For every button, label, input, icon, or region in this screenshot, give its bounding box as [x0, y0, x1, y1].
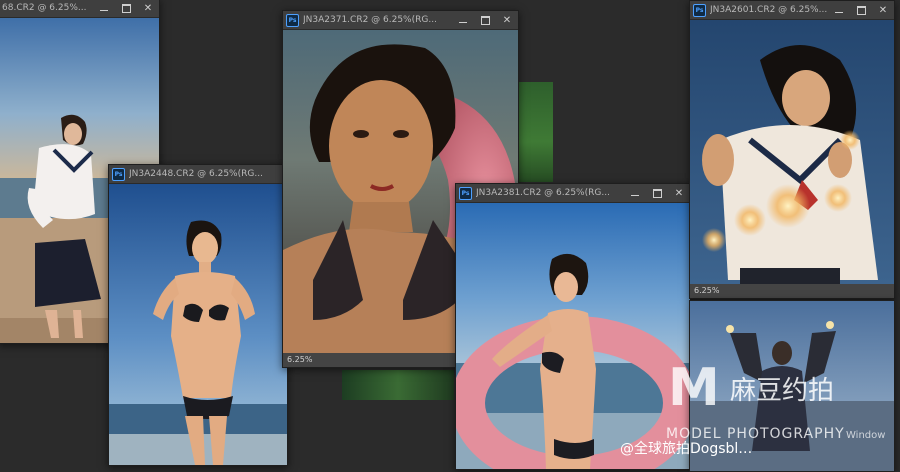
zoom-status: 6.25%: [690, 284, 894, 298]
minimize-icon: [631, 194, 639, 196]
window-title: 68.CR2 @ 6.25%...: [2, 3, 87, 13]
close-button[interactable]: ✕: [668, 184, 690, 202]
beach-photo-float: [456, 203, 690, 469]
document-window-6[interactable]: [689, 300, 895, 472]
image-canvas[interactable]: [456, 203, 690, 469]
window-titlebar[interactable]: Ps JN3A2381.CR2 @ 6.25%(RG... ✕: [456, 184, 690, 203]
window-title: JN3A2448.CR2 @ 6.25%(RG...: [129, 169, 263, 179]
minimize-icon: [835, 11, 843, 13]
photoshop-icon: Ps: [286, 13, 299, 27]
image-canvas[interactable]: [690, 301, 894, 471]
image-canvas[interactable]: [109, 184, 287, 465]
document-window-4[interactable]: Ps JN3A2381.CR2 @ 6.25%(RG... ✕: [455, 183, 691, 470]
minimize-icon: [459, 21, 467, 23]
minimize-button[interactable]: [624, 184, 646, 202]
maximize-button[interactable]: [115, 0, 137, 17]
background-photo-fragment-2: [342, 370, 454, 400]
close-button[interactable]: ✕: [137, 0, 159, 17]
maximize-button[interactable]: [646, 184, 668, 202]
photoshop-icon: Ps: [459, 186, 472, 200]
window-titlebar[interactable]: Ps JN3A2601.CR2 @ 6.25%... ✕: [690, 1, 894, 20]
photoshop-icon: Ps: [112, 167, 125, 181]
window-titlebar[interactable]: 68.CR2 @ 6.25%... ✕: [0, 0, 159, 18]
minimize-icon: [100, 9, 108, 11]
close-button[interactable]: ✕: [872, 1, 894, 19]
maximize-icon: [652, 188, 662, 198]
window-title: JN3A2601.CR2 @ 6.25%...: [710, 5, 828, 15]
maximize-button[interactable]: [850, 1, 872, 19]
maximize-icon: [856, 5, 866, 15]
window-title: JN3A2381.CR2 @ 6.25%(RG...: [476, 188, 610, 198]
close-button[interactable]: ✕: [496, 11, 518, 29]
photoshop-icon: Ps: [693, 3, 706, 17]
minimize-button[interactable]: [828, 1, 850, 19]
maximize-icon: [480, 15, 490, 25]
maximize-icon: [121, 3, 131, 13]
window-titlebar[interactable]: Ps JN3A2448.CR2 @ 6.25%(RG...: [109, 165, 287, 184]
background-photo-fragment: [518, 82, 553, 182]
document-window-5[interactable]: Ps JN3A2601.CR2 @ 6.25%... ✕ 6.25%: [689, 0, 895, 299]
beach-photo-bikini: [109, 184, 287, 465]
night-photo-raised-arms: [690, 301, 894, 471]
minimize-button[interactable]: [93, 0, 115, 17]
minimize-button[interactable]: [452, 11, 474, 29]
maximize-button[interactable]: [474, 11, 496, 29]
image-canvas[interactable]: [690, 20, 894, 284]
night-photo-lights: [690, 20, 894, 284]
window-titlebar[interactable]: Ps JN3A2371.CR2 @ 6.25%(RG... ✕: [283, 11, 518, 30]
document-window-2[interactable]: Ps JN3A2448.CR2 @ 6.25%(RG...: [108, 164, 288, 466]
window-title: JN3A2371.CR2 @ 6.25%(RG...: [303, 15, 437, 25]
